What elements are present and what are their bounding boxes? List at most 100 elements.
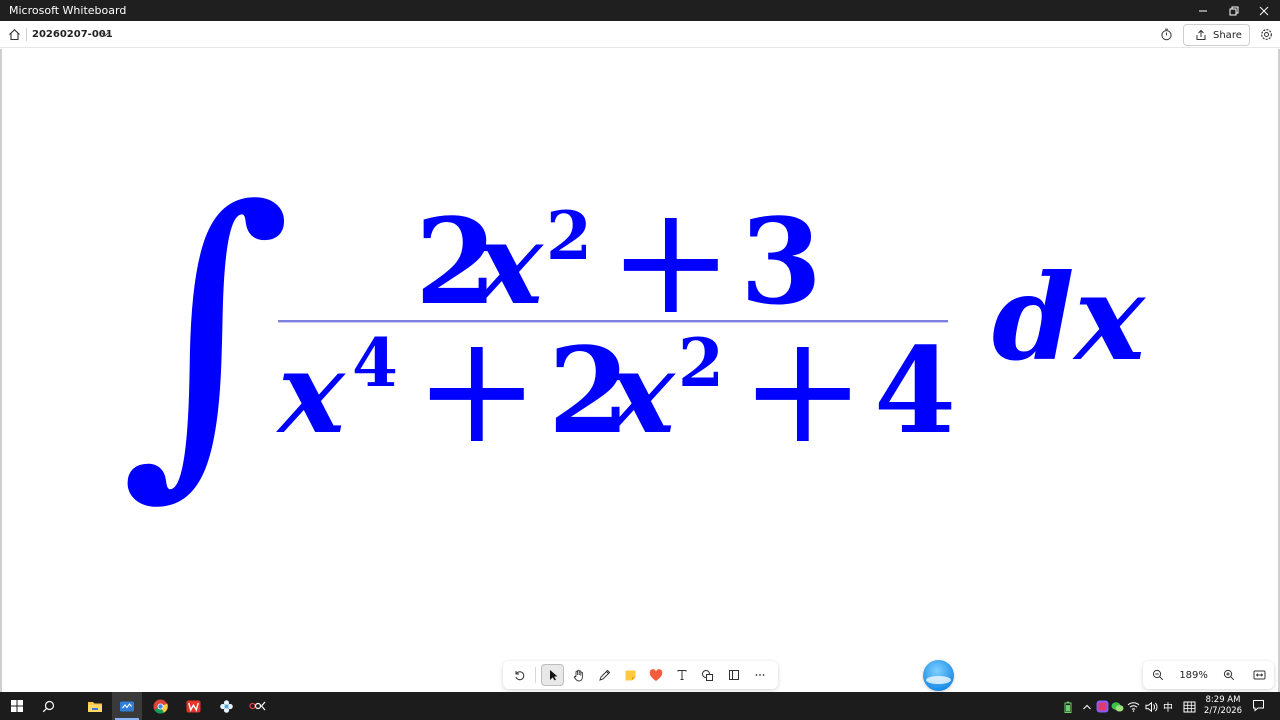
zoom-level[interactable]: 189% xyxy=(1173,670,1215,681)
share-icon xyxy=(1196,29,1206,40)
home-icon xyxy=(8,28,20,40)
share-button[interactable]: Share xyxy=(1183,24,1250,46)
pen-icon xyxy=(599,669,611,681)
notification-center-button[interactable] xyxy=(1252,699,1265,712)
wifi-icon xyxy=(1127,702,1140,712)
minimize-icon xyxy=(1199,10,1207,11)
denominator-var1: x xyxy=(276,328,346,459)
taskbar-clock[interactable]: 8:29 AM 2/7/2026 xyxy=(1200,695,1246,717)
denominator-plus2: + xyxy=(740,303,866,477)
more-icon xyxy=(755,674,765,676)
taskbar-chrome[interactable] xyxy=(145,692,175,720)
fit-to-screen-button[interactable] xyxy=(1244,661,1274,689)
zoom-controls: 189% xyxy=(1143,661,1274,689)
clock-date: 2/7/2026 xyxy=(1203,706,1243,716)
select-tool[interactable] xyxy=(540,664,565,686)
ai-tray-icon[interactable] xyxy=(1096,700,1109,713)
timer-button[interactable] xyxy=(1158,26,1175,43)
app-header: 20260207-001 Share xyxy=(0,21,1280,48)
undo-button[interactable] xyxy=(507,664,530,686)
denominator-exp2: 2 xyxy=(678,324,724,402)
denominator-var2: x xyxy=(606,328,676,459)
denominator-const: 4 xyxy=(874,321,956,460)
timer-icon xyxy=(1161,28,1172,41)
templates-tool[interactable] xyxy=(722,664,745,686)
taskbar-wps[interactable] xyxy=(178,692,208,720)
capture-app-icon xyxy=(249,701,266,711)
show-hidden-icons-button[interactable] xyxy=(1080,700,1093,713)
ai-assistant-icon xyxy=(1096,700,1109,713)
reactions-tool[interactable] xyxy=(644,664,667,686)
denominator-exp1: 4 xyxy=(352,324,398,402)
input-method-indicator[interactable]: 中 xyxy=(1163,699,1173,714)
speaker-icon xyxy=(1145,701,1158,712)
battery-tray-icon[interactable] xyxy=(1061,700,1074,713)
minimize-button[interactable] xyxy=(1186,0,1220,21)
zoom-out-icon xyxy=(1152,669,1164,681)
chrome-icon xyxy=(153,699,168,714)
restore-button[interactable] xyxy=(1217,0,1251,21)
start-button[interactable] xyxy=(2,692,32,720)
text-tool[interactable] xyxy=(670,664,693,686)
tools-toolbar xyxy=(503,661,778,689)
clock-time: 8:29 AM xyxy=(1205,695,1241,705)
whiteboard-canvas[interactable]: ∫ 2 x 2 + 3 x 4 + 2 x 2 + 4 dx xyxy=(0,49,1280,692)
shapes-tool[interactable] xyxy=(696,664,719,686)
folder-icon xyxy=(88,701,102,712)
more-tools-button[interactable] xyxy=(748,664,771,686)
window-titlebar: Microsoft Whiteboard xyxy=(0,0,1280,21)
differential-dx: dx xyxy=(992,248,1147,387)
search-icon xyxy=(42,700,54,712)
zoom-out-button[interactable] xyxy=(1143,661,1173,689)
text-icon xyxy=(677,670,687,680)
wechat-tray-icon[interactable] xyxy=(1111,700,1124,713)
flower-app-icon xyxy=(219,699,233,713)
windows-logo-icon xyxy=(11,700,23,712)
chat-bubble-icon xyxy=(1111,701,1124,711)
shapes-icon xyxy=(702,669,714,681)
taskbar-app-flower[interactable] xyxy=(211,692,241,720)
whiteboard-app-icon xyxy=(120,701,134,711)
integral-sign: ∫ xyxy=(120,141,292,525)
windows-taskbar: 中 8:29 AM 2/7/2026 xyxy=(0,692,1280,720)
pan-tool[interactable] xyxy=(567,664,590,686)
undo-icon xyxy=(515,671,524,681)
chevron-up-icon xyxy=(1082,704,1091,709)
notification-icon xyxy=(1253,700,1264,712)
home-button[interactable] xyxy=(5,25,23,43)
hand-icon xyxy=(573,669,583,681)
battery-icon xyxy=(1064,701,1071,713)
pen-tool[interactable] xyxy=(593,664,616,686)
keyboard-tray-icon[interactable] xyxy=(1183,700,1196,713)
numerator-exp: 2 xyxy=(546,197,592,275)
toolbar-divider xyxy=(534,667,536,683)
header-divider xyxy=(26,28,27,41)
share-label: Share xyxy=(1213,29,1242,41)
close-button[interactable] xyxy=(1247,0,1280,21)
copilot-button[interactable] xyxy=(923,660,954,691)
ink-formula[interactable]: ∫ 2 x 2 + 3 x 4 + 2 x 2 + 4 dx xyxy=(2,49,1278,692)
restore-icon xyxy=(1229,6,1239,15)
window-title: Microsoft Whiteboard xyxy=(9,4,127,17)
grid-keyboard-icon xyxy=(1183,701,1196,712)
pointer-icon xyxy=(549,670,557,681)
sticky-note-icon xyxy=(625,670,636,680)
volume-tray-icon[interactable] xyxy=(1145,700,1158,713)
zoom-in-icon xyxy=(1224,669,1235,681)
heart-icon xyxy=(649,668,663,681)
denominator-plus1: + xyxy=(414,303,540,477)
chevron-down-icon[interactable] xyxy=(100,29,110,39)
taskbar-whiteboard[interactable] xyxy=(112,692,142,720)
fit-screen-icon xyxy=(1253,670,1266,680)
taskbar-file-explorer[interactable] xyxy=(80,692,110,720)
settings-button[interactable] xyxy=(1258,26,1275,43)
gear-icon xyxy=(1261,29,1272,40)
taskbar-search-button[interactable] xyxy=(33,692,63,720)
zoom-in-button[interactable] xyxy=(1214,661,1244,689)
close-icon xyxy=(1259,6,1269,15)
wifi-tray-icon[interactable] xyxy=(1127,700,1140,713)
wps-office-icon xyxy=(186,700,200,712)
taskbar-app-ok[interactable] xyxy=(243,692,273,720)
sticky-note-tool[interactable] xyxy=(619,664,642,686)
templates-icon xyxy=(728,670,739,680)
